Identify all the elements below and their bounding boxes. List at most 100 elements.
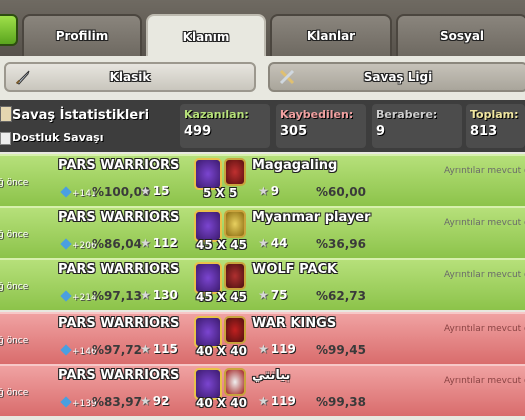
classic-war-button[interactable]: Klasik: [4, 62, 256, 92]
tab-klanlar[interactable]: Klanlar: [270, 14, 392, 56]
own-clan-name: PARS WARRIORS: [58, 262, 180, 277]
star-icon: ★: [258, 288, 269, 302]
war-log-row[interactable]: ğ önce PARS WARRIORS 5 X 5 Magagaling +1…: [0, 154, 525, 206]
tab-label: Klanım: [182, 30, 230, 44]
war-size: 45 X 45: [196, 290, 248, 304]
stat-total-value: 813: [470, 124, 498, 139]
opponent-clan-name: WAR KINGS: [252, 316, 337, 331]
own-clan-name: PARS WARRIORS: [58, 210, 180, 225]
star-icon: ★: [258, 342, 269, 356]
friendly-war-label: Dostluk Savaşı: [12, 131, 104, 144]
stat-won: Kazanılan: 499: [180, 104, 270, 148]
top-tab-bar: Profilim Klanım Klanlar Sosyal: [0, 0, 525, 58]
own-stars: ★ 112: [140, 236, 178, 250]
stat-won-value: 499: [184, 124, 212, 139]
opponent-clan-name: Myanmar player: [252, 210, 371, 225]
own-destruction-percent: %83,97: [92, 395, 142, 409]
own-stars-value: 112: [152, 236, 178, 250]
own-destruction-percent: %97,72: [92, 343, 142, 357]
own-stars-value: 15: [152, 184, 170, 198]
star-icon: ★: [258, 394, 269, 408]
opponent-stars: ★ 9: [258, 184, 279, 198]
opponent-stars-value: 119: [270, 342, 296, 356]
details-available-text: Ayrıntılar mevcut d: [444, 270, 525, 280]
stat-lost-label: Kaybedilen:: [280, 108, 354, 121]
opponent-stars: ★ 119: [258, 342, 296, 356]
war-time-ago: ğ önce: [0, 336, 29, 346]
star-icon: ★: [258, 236, 269, 250]
war-size: 40 X 40: [196, 344, 248, 358]
opponent-stars-value: 44: [270, 236, 288, 250]
opponent-stars-value: 119: [270, 394, 296, 408]
opponent-destruction-percent: %60,00: [316, 185, 366, 199]
war-time-ago: ğ önce: [0, 230, 29, 240]
own-stars: ★ 92: [140, 394, 169, 408]
own-clan-name: PARS WARRIORS: [58, 316, 180, 331]
opponent-destruction-percent: %99,38: [316, 395, 366, 409]
opponent-clan-badge-icon: [224, 262, 246, 290]
tab-label: Profilim: [55, 29, 109, 43]
own-clan-name: PARS WARRIORS: [58, 368, 180, 383]
stat-total: Toplam: 813: [466, 104, 525, 148]
tab-label: Klanlar: [306, 29, 356, 43]
war-time-ago: ğ önce: [0, 388, 29, 398]
tab-klanim[interactable]: Klanım: [146, 14, 266, 58]
opponent-destruction-percent: %62,73: [316, 289, 366, 303]
war-log-row[interactable]: ğ önce PARS WARRIORS 45 X 45 WOLF PACK +…: [0, 258, 525, 310]
opponent-destruction-percent: %36,96: [316, 237, 366, 251]
tab-profilim[interactable]: Profilim: [22, 14, 142, 56]
star-icon: ★: [140, 394, 151, 408]
tab-label: Sosyal: [439, 29, 485, 43]
war-log-row[interactable]: ğ önce PARS WARRIORS 40 X 40 WAR KINGS +…: [0, 312, 525, 364]
opponent-stars: ★ 75: [258, 288, 287, 302]
opponent-stars-value: 9: [270, 184, 280, 198]
war-type-bar: Klasik Savaş Ligi: [0, 56, 525, 100]
war-log-row[interactable]: ğ önce PARS WARRIORS 45 X 45 Myanmar pla…: [0, 206, 525, 258]
war-time-ago: ğ önce: [0, 178, 29, 188]
own-stars-value: 92: [152, 394, 170, 408]
details-available-text: Ayrıntılar mevcut d: [444, 324, 525, 334]
opponent-clan-name: بيانتي: [252, 368, 291, 383]
star-icon: ★: [258, 184, 269, 198]
tab-sosyal[interactable]: Sosyal: [396, 14, 525, 56]
opponent-destruction-percent: %99,45: [316, 343, 366, 357]
opponent-clan-badge-icon: [224, 368, 246, 396]
own-destruction-percent: %86,04: [92, 237, 142, 251]
stat-draw-label: Berabere:: [376, 108, 438, 121]
war-statistics-title: Savaş İstatistikleri: [12, 108, 150, 123]
crossed-swords-icon: [279, 69, 295, 85]
war-league-button[interactable]: Savaş Ligi: [268, 62, 525, 92]
opponent-clan-badge-icon: [224, 158, 246, 186]
stat-draw-value: 9: [376, 124, 386, 139]
friendly-war-checkbox[interactable]: [0, 132, 11, 145]
own-stars: ★ 15: [140, 184, 169, 198]
opponent-clan-badge-icon: [224, 210, 246, 238]
war-statistics-panel: Savaş İstatistikleri Dostluk Savaşı Kaza…: [0, 100, 525, 152]
opponent-clan-name: Magagaling: [252, 158, 338, 173]
clipboard-icon: [0, 106, 12, 122]
details-available-text: Ayrıntılar mevcut d: [444, 218, 525, 228]
xp-gem-icon: [60, 344, 72, 356]
xp-gem-icon: [60, 396, 72, 408]
war-size: 45 X 45: [196, 238, 248, 252]
star-icon: ★: [140, 342, 151, 356]
xp-gem-icon: [60, 186, 72, 198]
opponent-stars: ★ 44: [258, 236, 287, 250]
stat-draw: Berabere: 9: [372, 104, 462, 148]
xp-gem-icon: [60, 290, 72, 302]
war-log-row[interactable]: ğ önce PARS WARRIORS 40 X 40 بيانتي +139…: [0, 364, 525, 416]
opponent-stars-value: 75: [270, 288, 288, 302]
own-stars: ★ 115: [140, 342, 178, 356]
own-destruction-percent: %97,13: [92, 289, 142, 303]
back-button[interactable]: [0, 14, 18, 46]
xp-gem-icon: [60, 238, 72, 250]
star-icon: ★: [140, 236, 151, 250]
own-stars-value: 115: [152, 342, 178, 356]
own-clan-name: PARS WARRIORS: [58, 158, 180, 173]
war-league-label: Savaş Ligi: [363, 70, 433, 84]
stat-lost-value: 305: [280, 124, 308, 139]
stat-total-label: Toplam:: [470, 108, 519, 121]
sword-icon: [15, 70, 30, 85]
classic-war-label: Klasik: [109, 70, 151, 84]
war-time-ago: ğ önce: [0, 282, 29, 292]
